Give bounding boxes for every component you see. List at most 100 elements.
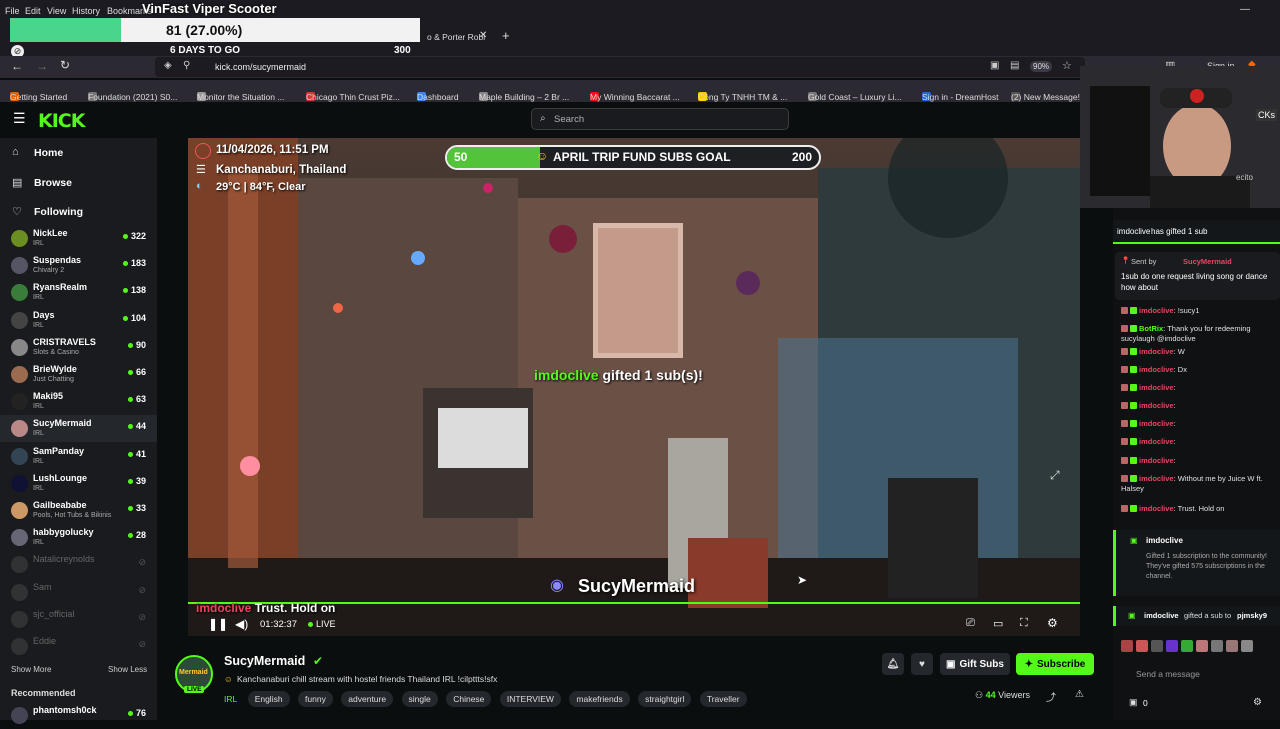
sidebar-channel-item[interactable]: LushLounge IRL 39 xyxy=(0,470,157,497)
chat-username[interactable]: imdoclive xyxy=(1139,401,1174,410)
bell-icon: 🔔︎ xyxy=(886,658,900,670)
tag[interactable]: funny xyxy=(298,691,333,707)
sidebar-channel-item[interactable]: CRISTRAVELS Slots & Casino 90 xyxy=(0,334,157,361)
url-bar[interactable]: ◈ ⚲ kick.com/sucymermaid ▣ ▤ 90% ☆ xyxy=(155,57,1085,77)
tag[interactable]: single xyxy=(401,691,438,707)
chat-username[interactable]: imdoclive xyxy=(1139,456,1174,465)
show-less-button[interactable]: Show Less xyxy=(108,665,147,674)
picture-in-picture-icon[interactable]: ▣ xyxy=(990,60,999,71)
emote-icon[interactable] xyxy=(1196,640,1208,652)
chat-username[interactable]: imdoclive xyxy=(1139,383,1174,392)
gift-subs-button[interactable]: ▣ Gift Subs xyxy=(940,653,1010,675)
reload-icon[interactable]: ↻ xyxy=(60,58,70,72)
url-text[interactable]: kick.com/sucymermaid xyxy=(215,62,306,72)
sidebar-channel-item[interactable]: NickLee IRL 322 xyxy=(0,225,157,252)
emote-icon[interactable] xyxy=(1151,640,1163,652)
nav-home[interactable]: Home xyxy=(34,147,63,159)
show-more-button[interactable]: Show More xyxy=(11,665,51,674)
sidebar-channel-item[interactable]: Natalicreynolds ⊘ xyxy=(0,551,157,578)
streamer-name[interactable]: SucyMermaid xyxy=(224,654,305,668)
expand-icon[interactable]: ⤢ xyxy=(1050,468,1060,483)
pause-icon[interactable]: ❚❚ xyxy=(208,617,228,631)
reader-view-icon[interactable]: ▤ xyxy=(1010,60,1019,71)
fullscreen-icon[interactable]: ⛶ xyxy=(1020,617,1028,630)
close-tab-icon[interactable]: ✕ xyxy=(479,30,487,41)
permissions-icon[interactable]: ⚲ xyxy=(183,60,190,71)
tag[interactable]: Chinese xyxy=(446,691,492,707)
emote-bar[interactable] xyxy=(1121,640,1279,656)
emote-icon[interactable] xyxy=(1181,640,1193,652)
chat-input[interactable]: Send a message xyxy=(1127,665,1280,683)
chat-username[interactable]: imdoclive xyxy=(1139,365,1174,374)
home-icon[interactable]: ⌂ xyxy=(12,146,19,158)
back-icon[interactable]: ← xyxy=(11,59,23,73)
sidebar-channel-item[interactable]: RyansRealm IRL 138 xyxy=(0,279,157,306)
chat-username[interactable]: imdoclive xyxy=(1139,347,1174,356)
kick-logo[interactable]: KICK xyxy=(38,110,85,132)
category-link[interactable]: IRL xyxy=(224,694,237,704)
sidebar-channel-item[interactable]: sjc_official ⊘ xyxy=(0,606,157,633)
points-icon[interactable]: ▣ xyxy=(1129,697,1138,708)
sidebar-channel-item[interactable]: Eddie ⊘ xyxy=(0,633,157,660)
menu-history[interactable]: History xyxy=(72,6,100,16)
chat-message: imdoclive: W xyxy=(1121,347,1279,357)
chat-username[interactable]: imdoclive xyxy=(1139,419,1174,428)
theater-mode-icon[interactable]: ▭ xyxy=(993,617,1003,630)
tag[interactable]: straightgirl xyxy=(638,691,692,707)
sidebar-channel-item[interactable]: Days IRL 104 xyxy=(0,307,157,334)
recommended-channel-item[interactable]: phantomsh0ck 76 xyxy=(0,702,157,729)
clip-icon[interactable]: ⎚ xyxy=(966,617,975,630)
shield-icon[interactable]: ◈ xyxy=(164,60,172,71)
emote-icon[interactable] xyxy=(1226,640,1238,652)
notification-bell-button[interactable]: 🔔︎ xyxy=(882,653,904,675)
emote-icon[interactable] xyxy=(1241,640,1253,652)
bookmark-star-icon[interactable]: ☆ xyxy=(1062,59,1072,72)
zoom-level[interactable]: 90% xyxy=(1030,61,1053,72)
chat-username[interactable]: imdoclive xyxy=(1139,474,1174,483)
tag[interactable]: INTERVIEW xyxy=(499,691,561,707)
new-tab-icon[interactable]: + xyxy=(502,28,510,43)
sidebar-channel-item[interactable]: Sam ⊘ xyxy=(0,579,157,606)
share-icon[interactable]: ⤴ xyxy=(1046,689,1056,704)
sidebar-channel-item[interactable]: BrieWylde Just Chatting 66 xyxy=(0,361,157,388)
tag[interactable]: Traveller xyxy=(699,691,747,707)
avatar xyxy=(11,474,28,492)
browse-icon[interactable]: ▤ xyxy=(12,176,22,189)
emote-icon[interactable] xyxy=(1121,640,1133,652)
tag[interactable]: English xyxy=(247,691,290,707)
sidebar-channel-item[interactable]: Maki95 IRL 63 xyxy=(0,388,157,415)
chat-username[interactable]: imdoclive xyxy=(1139,437,1174,446)
sidebar-channel-item[interactable]: SucyMermaid IRL 44 xyxy=(0,415,157,443)
chat-username[interactable]: BotRix xyxy=(1139,324,1163,333)
emote-icon[interactable] xyxy=(1136,640,1148,652)
emote-icon[interactable] xyxy=(1166,640,1178,652)
report-icon[interactable]: ⚠ xyxy=(1075,689,1084,700)
nav-browse[interactable]: Browse xyxy=(34,177,72,189)
minimize-icon[interactable]: — xyxy=(1240,4,1250,15)
follow-button[interactable]: ♥ xyxy=(911,653,933,675)
sub-badge-icon xyxy=(1130,420,1137,427)
subscribe-button[interactable]: ✦ Subscribe xyxy=(1016,653,1094,675)
sidebar-channel-item[interactable]: habbygolucky IRL 28 xyxy=(0,524,157,551)
chat-username[interactable]: imdoclive xyxy=(1139,504,1174,513)
heart-icon[interactable]: ♡ xyxy=(12,205,22,218)
emote-icon[interactable] xyxy=(1211,640,1223,652)
settings-gear-icon[interactable]: ⚙ xyxy=(1047,616,1058,630)
menu-edit[interactable]: Edit xyxy=(25,6,41,16)
tag[interactable]: adventure xyxy=(341,691,394,707)
forward-icon[interactable]: → xyxy=(36,59,48,73)
volume-icon[interactable]: ◀) xyxy=(235,617,248,631)
sidebar-channel-item[interactable]: Gailbeababe Pools, Hot Tubs & Bikinis 33 xyxy=(0,497,157,524)
sidebar-channel-item[interactable]: SamPanday IRL 41 xyxy=(0,443,157,470)
video-player[interactable]: 11/04/2026, 11:51 PM ☰ Kanchanaburi, Tha… xyxy=(188,138,1080,636)
chat-settings-icon[interactable]: ⚙ xyxy=(1253,697,1262,708)
tag[interactable]: makefriends xyxy=(569,691,630,707)
sidebar-channel-item[interactable]: Suspendas Chivalry 2 183 xyxy=(0,252,157,279)
browser-tab-title[interactable]: o & Porter Robi xyxy=(427,32,485,42)
menu-file[interactable]: File xyxy=(5,6,20,16)
hamburger-menu-icon[interactable]: ☰ xyxy=(13,110,26,127)
nav-following[interactable]: Following xyxy=(34,206,83,218)
menu-view[interactable]: View xyxy=(47,6,66,16)
search-input[interactable]: ⌕ Search xyxy=(531,108,789,130)
chat-username[interactable]: imdoclive xyxy=(1139,306,1174,315)
